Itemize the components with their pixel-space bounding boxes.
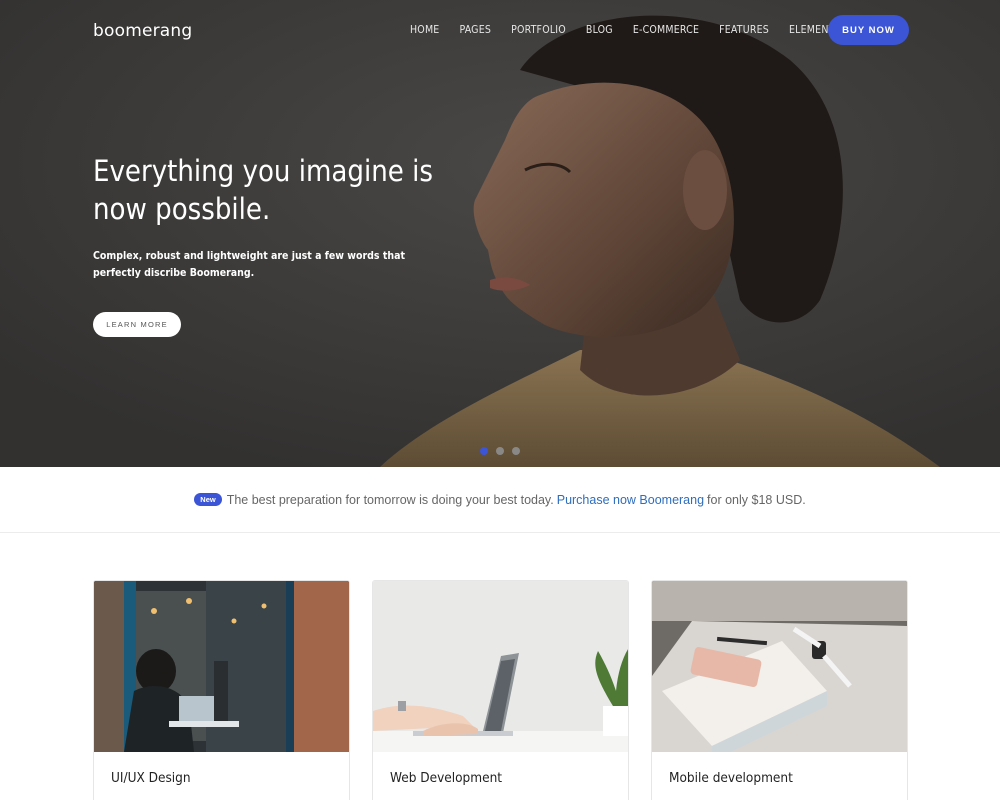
new-badge: New xyxy=(194,493,222,506)
main-nav: HOME PAGES PORTFOLIO BLOG E-COMMERCE FEA… xyxy=(410,24,861,36)
brand-logo[interactable]: boomerang xyxy=(93,21,192,41)
slider-dots xyxy=(480,447,528,455)
service-card[interactable]: UI/UX Design xyxy=(93,580,350,800)
promo-text: The best preparation for tomorrow is doi… xyxy=(226,492,554,507)
nav-item-portfolio[interactable]: PORTFOLIO xyxy=(511,24,566,36)
promo-bar: New The best preparation for tomorrow is… xyxy=(0,467,1000,533)
phone-desk-photo xyxy=(652,581,907,752)
slider-dot-2[interactable] xyxy=(496,447,504,455)
promo-price-text: for only $18 USD. xyxy=(707,492,806,507)
slider-dot-3[interactable] xyxy=(512,447,520,455)
hero-section: boomerang HOME PAGES PORTFOLIO BLOG E-CO… xyxy=(0,0,1000,467)
service-card[interactable]: Mobile development xyxy=(651,580,908,800)
hero-subtitle: Complex, robust and lightweight are just… xyxy=(93,250,405,279)
hero-title: Everything you imagine is now possbile. xyxy=(93,154,433,226)
buy-now-button[interactable]: BUY NOW xyxy=(828,15,909,45)
hero-background-photo xyxy=(0,0,1000,467)
nav-item-features[interactable]: FEATURES xyxy=(719,24,769,36)
learn-more-button[interactable]: LEARN MORE xyxy=(93,312,181,337)
service-card[interactable]: Web Development xyxy=(372,580,629,800)
purchase-link[interactable]: Purchase now Boomerang xyxy=(557,493,704,507)
card-title: UI/UX Design xyxy=(111,770,191,786)
laptop-desk-photo xyxy=(373,581,628,752)
nav-item-home[interactable]: HOME xyxy=(410,24,439,36)
cafe-laptop-photo xyxy=(94,581,349,752)
slider-dot-1[interactable] xyxy=(480,447,488,455)
nav-item-pages[interactable]: PAGES xyxy=(459,24,491,36)
nav-item-ecommerce[interactable]: E-COMMERCE xyxy=(633,24,699,36)
card-title: Web Development xyxy=(390,770,503,786)
nav-item-blog[interactable]: BLOG xyxy=(586,24,613,36)
card-title: Mobile development xyxy=(669,770,793,786)
